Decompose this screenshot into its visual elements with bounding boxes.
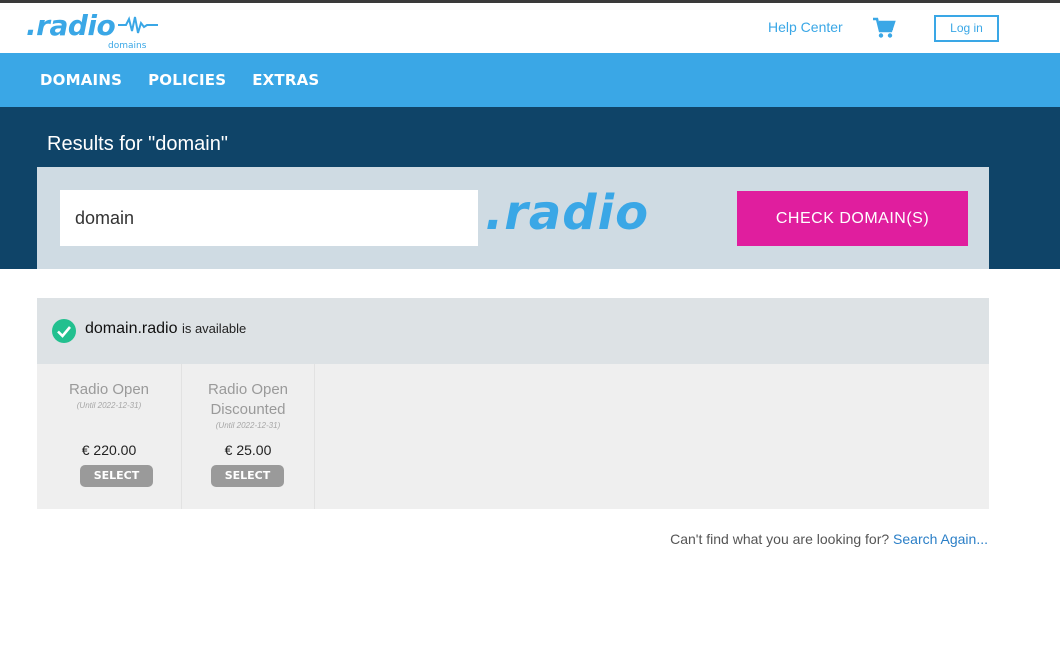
- domain-search-input[interactable]: [60, 190, 478, 246]
- logo-subtitle: domains: [108, 41, 147, 51]
- tld-label: .radio: [485, 185, 650, 241]
- plan-price: € 25.00: [224, 442, 272, 458]
- logo-text: .radio: [26, 9, 116, 42]
- plan-price: € 220.00: [81, 442, 137, 458]
- plan-name: Radio Open Discounted: [207, 381, 289, 418]
- results-title: Results for "domain": [47, 133, 228, 155]
- domain-name: domain.radio: [85, 320, 178, 337]
- footer-question: Can't find what you are looking for?: [670, 531, 890, 547]
- plan-until: (Until 2022-12-31): [76, 401, 142, 410]
- select-button[interactable]: SELECT: [211, 465, 284, 487]
- waveform-icon: [118, 16, 158, 34]
- plan-card: Radio Open Discounted (Until 2022-12-31)…: [182, 364, 315, 509]
- check-circle-icon: [52, 319, 76, 343]
- nav-item-policies[interactable]: POLICIES: [148, 71, 226, 89]
- search-panel: .radio CHECK DOMAIN(S): [37, 167, 989, 269]
- cart-icon[interactable]: [872, 17, 896, 39]
- search-again-note: Can't find what you are looking for? Sea…: [670, 531, 988, 547]
- plan-name: Radio Open: [68, 381, 150, 398]
- nav-item-domains[interactable]: DOMAINS: [40, 71, 122, 89]
- result-domain: domain.radio is available: [85, 320, 246, 338]
- search-hero: Results for "domain" .radio CHECK DOMAIN…: [0, 107, 1060, 269]
- availability-status: is available: [181, 321, 247, 336]
- help-center-link[interactable]: Help Center: [768, 19, 843, 35]
- select-button[interactable]: SELECT: [80, 465, 153, 487]
- logo[interactable]: .radio domains: [26, 9, 158, 53]
- result-header: domain.radio is available: [37, 298, 989, 364]
- check-domains-button[interactable]: CHECK DOMAIN(S): [737, 191, 968, 246]
- main-nav: DOMAINS POLICIES EXTRAS: [0, 53, 1060, 107]
- plan-until: (Until 2022-12-31): [215, 421, 281, 430]
- nav-item-extras[interactable]: EXTRAS: [252, 71, 319, 89]
- plans-panel: Radio Open (Until 2022-12-31) € 220.00 S…: [37, 364, 989, 509]
- login-button[interactable]: Log in: [934, 15, 999, 42]
- plan-card: Radio Open (Until 2022-12-31) € 220.00 S…: [37, 364, 182, 509]
- search-again-link[interactable]: Search Again...: [893, 531, 988, 547]
- site-header: .radio domains Help Center Log in: [0, 3, 1060, 53]
